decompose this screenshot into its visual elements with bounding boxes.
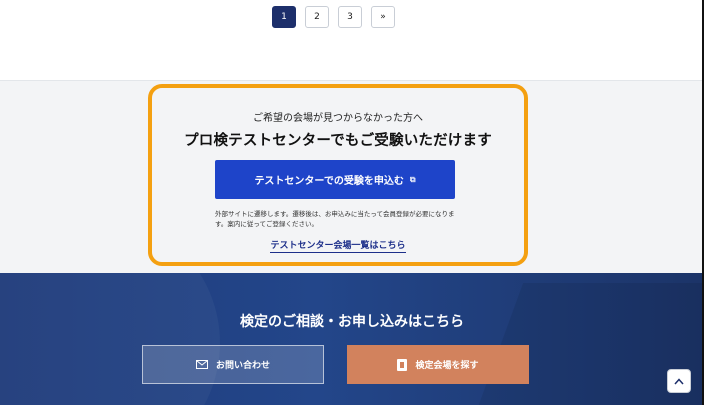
page-2-button[interactable]: 2 bbox=[305, 6, 329, 28]
find-venue-label: 検定会場を探す bbox=[415, 361, 479, 371]
apply-testcenter-label: テストセンターでの受験を申込む bbox=[254, 176, 404, 187]
building-icon bbox=[397, 358, 408, 371]
pagination: 1 2 3 » bbox=[272, 6, 395, 28]
venue-list-link-wrap: テストセンター会場一覧はこちら bbox=[148, 238, 528, 253]
contact-title: 検定のご相談・お申し込みはこちら bbox=[240, 314, 464, 330]
mail-icon bbox=[195, 360, 208, 369]
chevron-up-icon bbox=[674, 377, 684, 384]
next-page-button[interactable]: » bbox=[371, 6, 395, 28]
find-venue-button[interactable]: 検定会場を探す bbox=[347, 345, 529, 384]
apply-testcenter-button[interactable]: テストセンターでの受験を申込む ⧉ bbox=[215, 160, 455, 199]
external-site-note: 外部サイトに遷移します。遷移後は、お申込みに当たって会員登録が必要になります。案… bbox=[215, 210, 455, 228]
scroll-to-top-button[interactable] bbox=[667, 369, 691, 393]
page-1-button[interactable]: 1 bbox=[272, 6, 296, 28]
venue-list-link[interactable]: テストセンター会場一覧はこちら bbox=[270, 241, 406, 253]
inquiry-label: お問い合わせ bbox=[215, 361, 270, 371]
external-link-icon: ⧉ bbox=[409, 174, 416, 184]
page-3-button[interactable]: 3 bbox=[338, 6, 362, 28]
contact-section bbox=[0, 273, 704, 405]
inquiry-button[interactable]: お問い合わせ bbox=[142, 345, 324, 384]
section-lead: ご希望の会場が見つからなかった方へ bbox=[253, 113, 423, 124]
section-headline: プロ検テストセンターでもご受験いただけます bbox=[184, 133, 492, 149]
